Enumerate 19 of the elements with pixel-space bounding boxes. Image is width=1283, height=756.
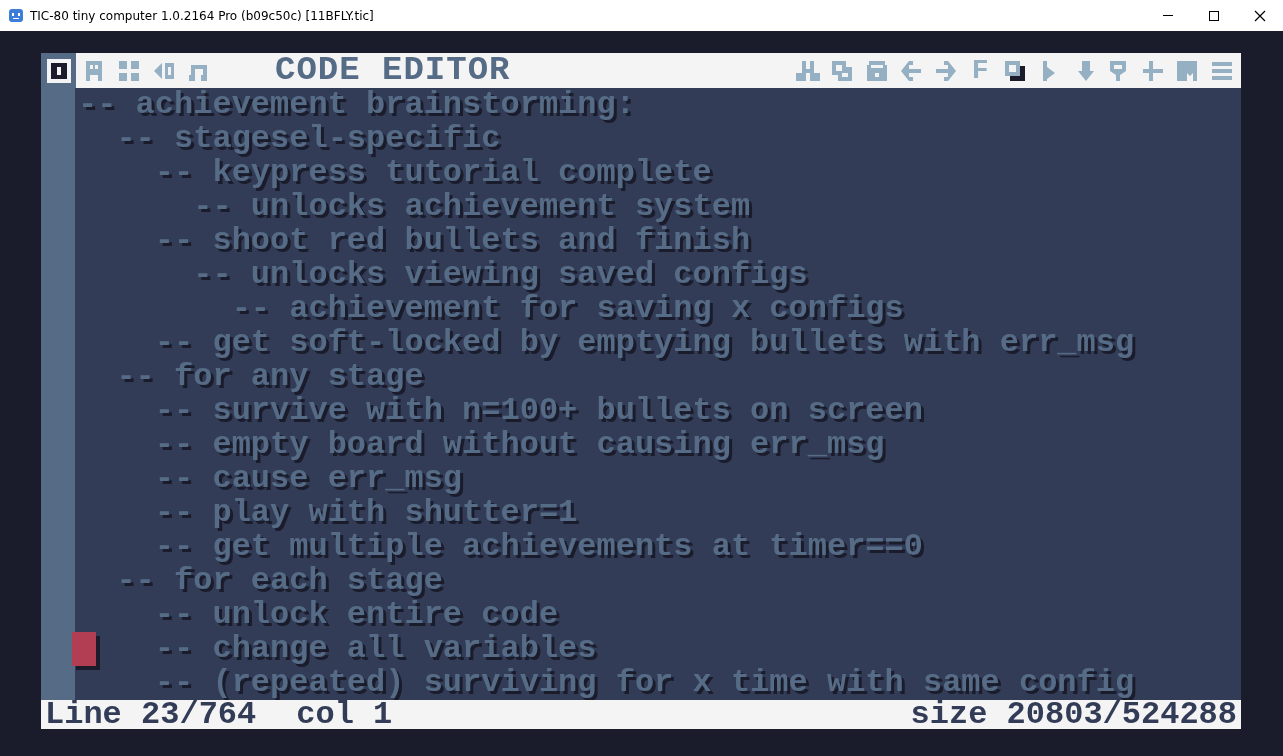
clipboard-icon: [864, 58, 889, 83]
square-icon: [1002, 58, 1027, 83]
code-button[interactable]: [41, 53, 76, 88]
copy-icon: [830, 58, 855, 83]
maximize-icon: [1208, 9, 1220, 22]
find-button[interactable]: F: [963, 53, 998, 88]
minimize-icon: [1163, 15, 1173, 16]
column-indicator: col 1: [296, 696, 393, 733]
editor-title: CODE EDITOR: [275, 53, 512, 88]
code-icon: [46, 58, 71, 83]
left-arrow-icon: [899, 58, 924, 83]
right-arrow-icon: [933, 58, 958, 83]
window-title: TIC-80 tiny computer 1.0.2164 Pro (b09c50c) [11BFLY.tic]: [30, 8, 375, 23]
line-indicator: Line 23/764: [45, 696, 257, 733]
scissors-icon: [795, 58, 820, 83]
size-indicator: size 20803/524288: [910, 696, 1237, 733]
app-icon: [8, 7, 24, 24]
grid-icon: [116, 58, 141, 83]
close-icon: [1254, 9, 1266, 22]
